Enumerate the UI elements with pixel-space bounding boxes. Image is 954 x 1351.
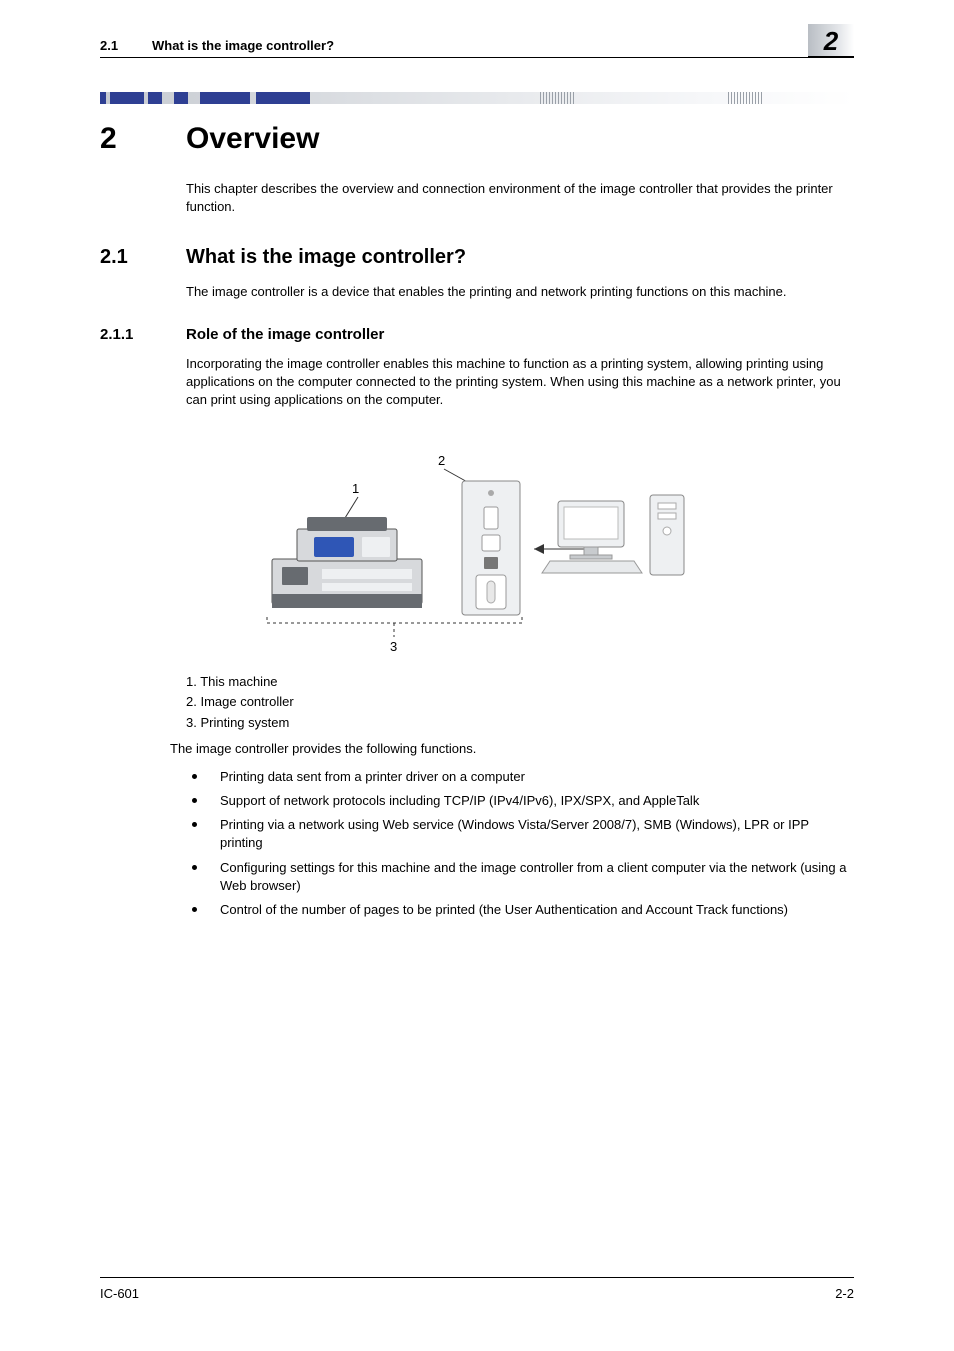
figure-label-1: 1 — [352, 481, 359, 496]
computer-icon — [542, 495, 684, 575]
printer-icon — [272, 517, 422, 608]
chapter-heading: 2 Overview — [100, 122, 854, 156]
section-number: 2.1 — [100, 246, 186, 269]
figure-label-3: 3 — [390, 639, 397, 654]
list-item: Control of the number of pages to be pri… — [186, 901, 854, 919]
figure-label-2: 2 — [438, 453, 445, 468]
controller-icon — [462, 481, 520, 615]
functions-intro: The image controller provides the follow… — [170, 740, 854, 758]
list-item: Support of network protocols including T… — [186, 792, 854, 810]
running-header: 2.1 What is the image controller? 2 — [100, 38, 854, 58]
footer-model: IC-601 — [100, 1286, 139, 1301]
header-section-number: 2.1 — [100, 38, 152, 53]
header-section-title: What is the image controller? — [152, 38, 334, 53]
figure-legend: 1. This machine 2. Image controller 3. P… — [186, 673, 854, 732]
list-item: Printing via a network using Web service… — [186, 816, 854, 852]
subsection-title: Role of the image controller — [186, 326, 384, 343]
legend-item: 3. Printing system — [186, 714, 854, 732]
list-item: Configuring settings for this machine an… — [186, 859, 854, 895]
page-footer: IC-601 2-2 — [100, 1277, 854, 1301]
list-item: Printing data sent from a printer driver… — [186, 768, 854, 786]
chapter-badge-number: 2 — [824, 26, 838, 56]
system-diagram: 1 2 3 — [262, 439, 692, 659]
chapter-badge: 2 — [808, 24, 854, 58]
subsection-text: Incorporating the image controller enabl… — [186, 355, 854, 410]
decorative-stripe — [100, 92, 854, 104]
legend-item: 2. Image controller — [186, 693, 854, 711]
section-title: What is the image controller? — [186, 246, 466, 269]
chapter-title: Overview — [186, 122, 319, 156]
subsection-number: 2.1.1 — [100, 326, 186, 343]
section-text: The image controller is a device that en… — [186, 283, 854, 301]
functions-list: Printing data sent from a printer driver… — [186, 768, 854, 919]
chapter-number: 2 — [100, 122, 186, 156]
section-heading: 2.1 What is the image controller? — [100, 246, 854, 269]
legend-item: 1. This machine — [186, 673, 854, 691]
subsection-heading: 2.1.1 Role of the image controller — [100, 326, 854, 343]
chapter-intro: This chapter describes the overview and … — [186, 180, 854, 216]
footer-page-number: 2-2 — [835, 1286, 854, 1301]
